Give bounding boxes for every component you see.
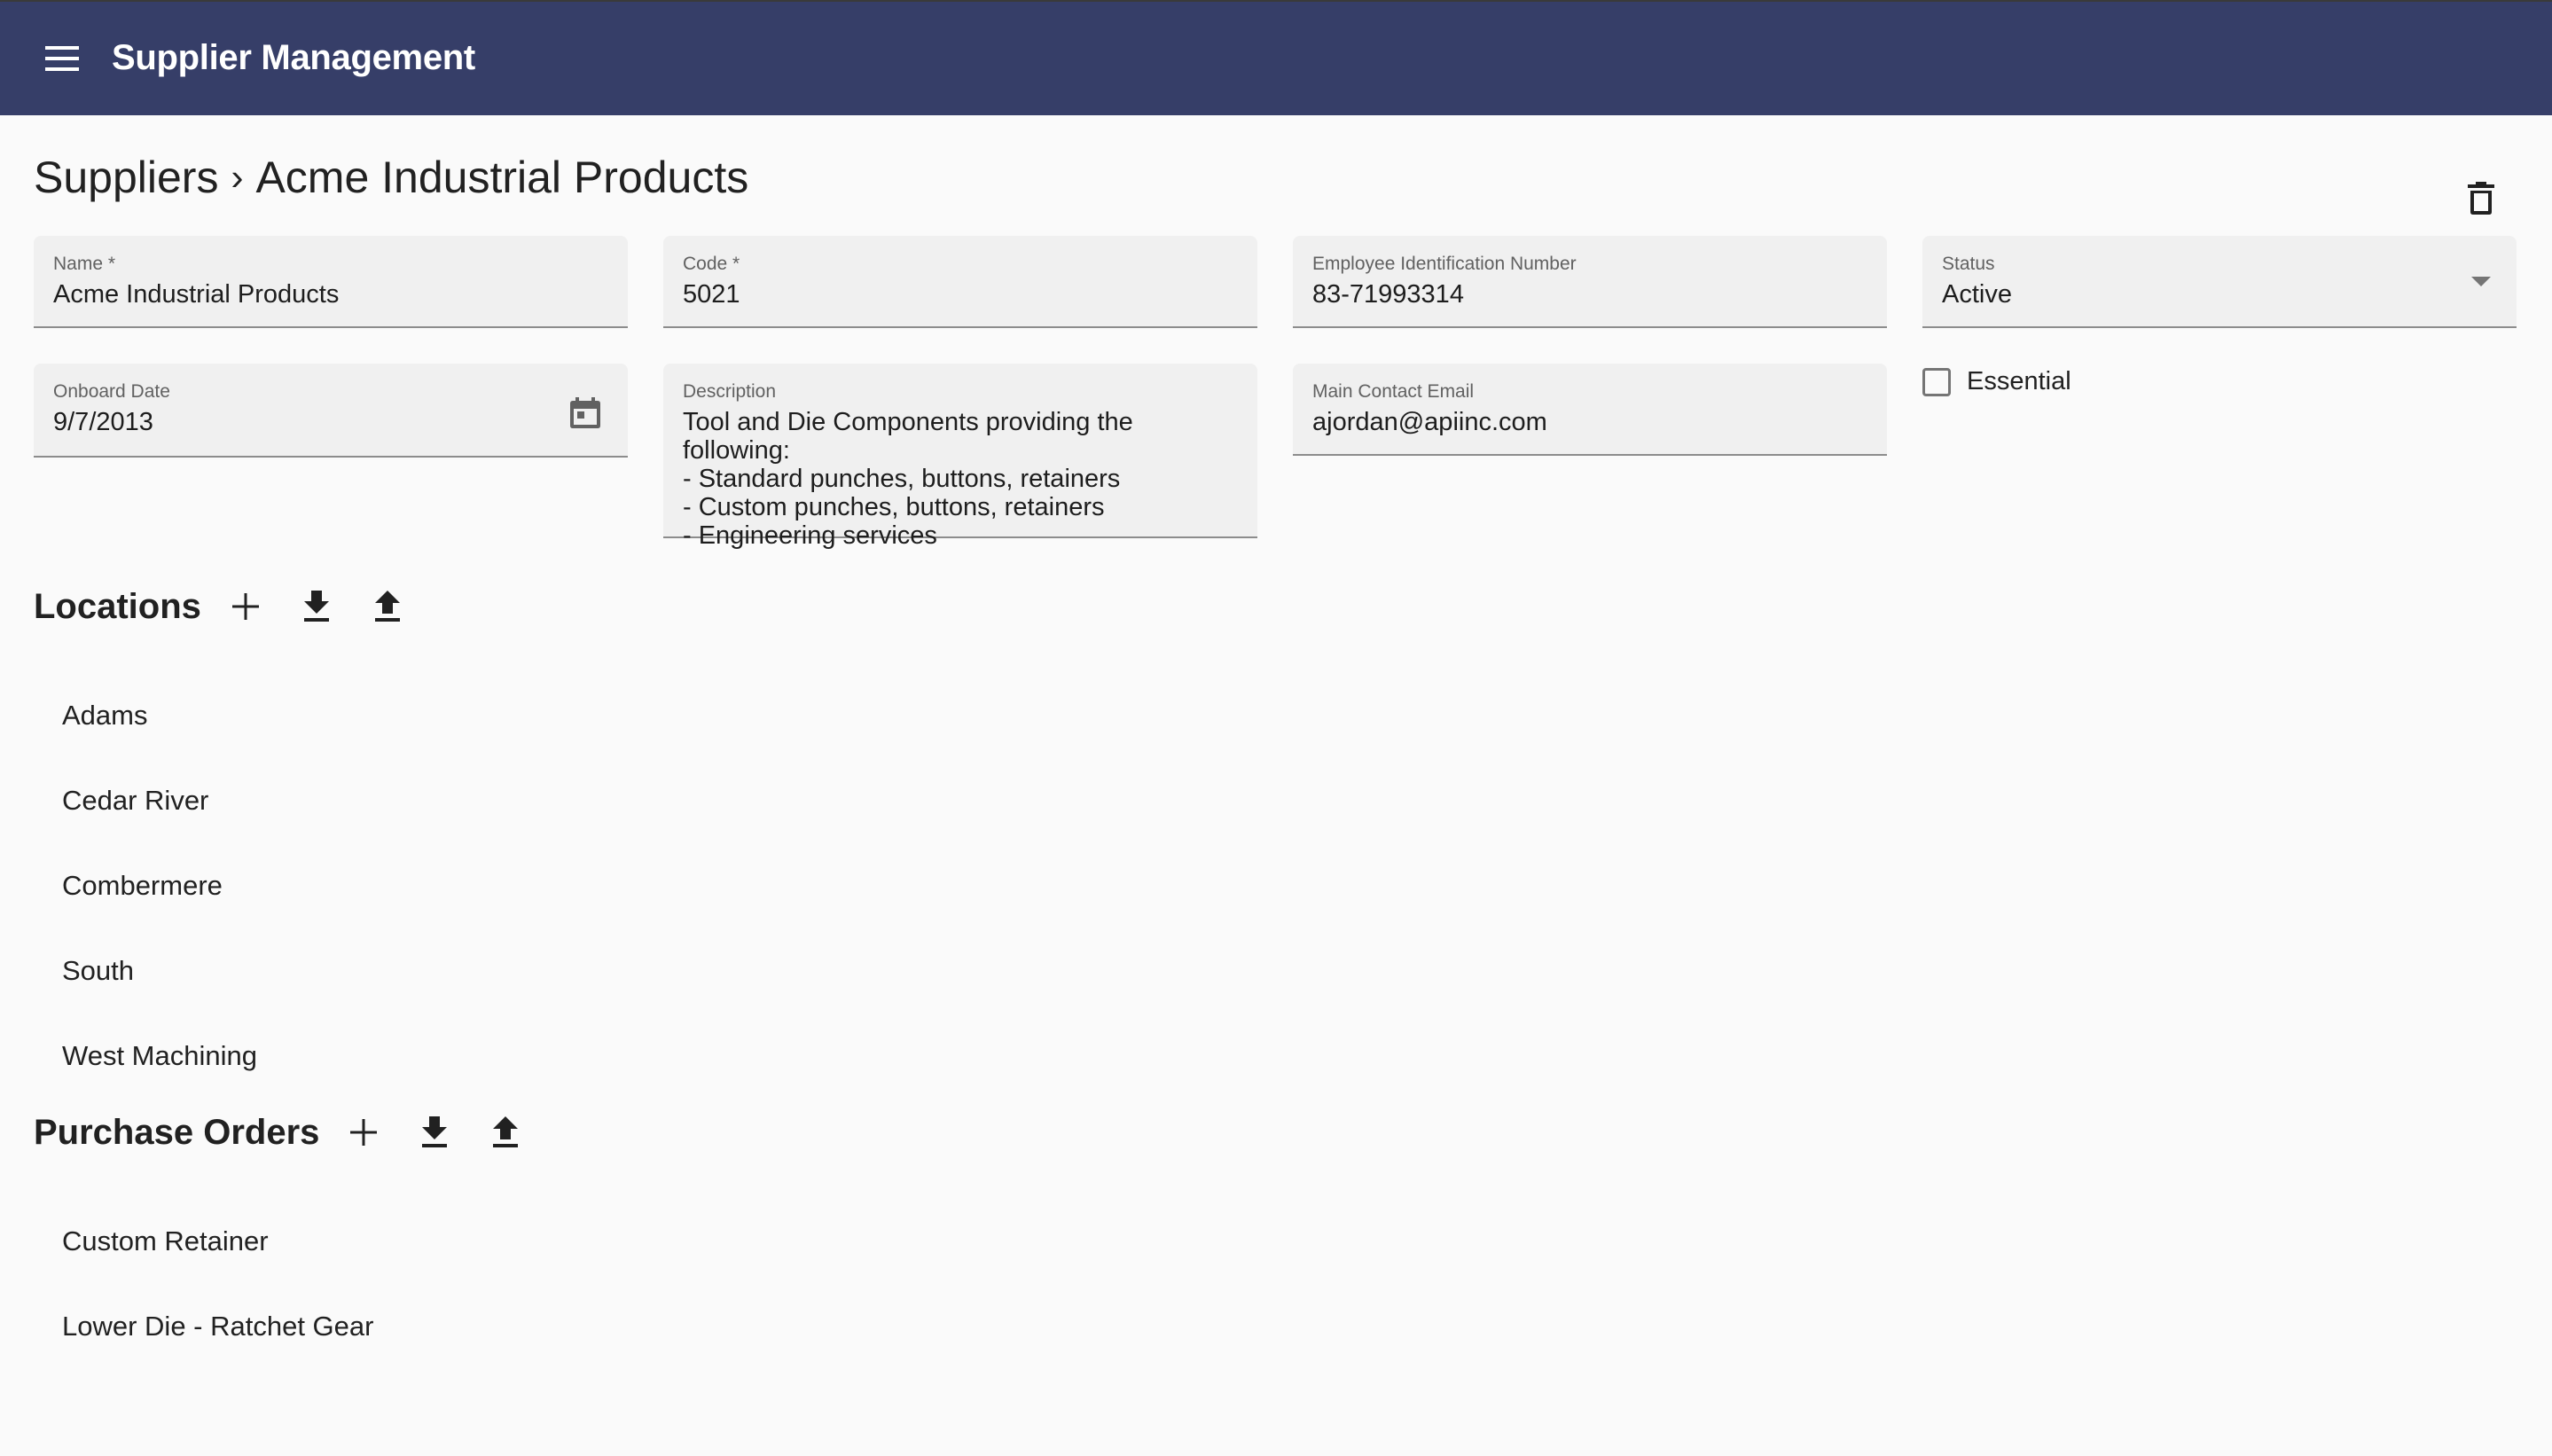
essential-checkbox-row[interactable]: Essential <box>1922 367 2071 396</box>
delete-supplier-button[interactable] <box>2456 174 2506 223</box>
status-label: Status <box>1942 254 1995 274</box>
code-label: Code * <box>683 254 740 274</box>
location-item[interactable]: West Machining <box>34 1014 832 1099</box>
locations-header: Locations <box>34 582 412 631</box>
onboard-date-field[interactable]: Onboard Date 9/7/2013 <box>34 364 628 458</box>
breadcrumb-suppliers-link[interactable]: Suppliers <box>34 149 218 206</box>
locations-title: Locations <box>34 587 201 626</box>
dropdown-arrow-icon <box>2471 277 2491 286</box>
purchase-order-item[interactable]: Custom Retainer <box>34 1199 832 1284</box>
onboard-date-input[interactable]: 9/7/2013 <box>53 408 575 436</box>
date-picker-toggle[interactable] <box>568 395 603 431</box>
download-icon <box>303 591 329 622</box>
code-input[interactable]: 5021 <box>683 280 1204 309</box>
onboard-date-label: Onboard Date <box>53 381 170 402</box>
breadcrumb: Suppliers › Acme Industrial Products <box>34 149 748 206</box>
calendar-icon <box>570 397 600 428</box>
upload-purchase-orders-button[interactable] <box>481 1108 530 1157</box>
menu-icon <box>45 46 79 71</box>
upload-icon <box>493 1116 519 1147</box>
code-field[interactable]: Code * 5021 <box>663 236 1257 328</box>
menu-button[interactable] <box>41 37 83 80</box>
name-label: Name * <box>53 254 116 274</box>
ein-field[interactable]: Employee Identification Number 83-719933… <box>1293 236 1887 328</box>
description-label: Description <box>683 381 777 402</box>
name-field[interactable]: Name * Acme Industrial Products <box>34 236 628 328</box>
location-item[interactable]: Combermere <box>34 843 832 928</box>
download-locations-button[interactable] <box>292 582 341 631</box>
purchase-orders-list: Custom Retainer Lower Die - Ratchet Gear <box>34 1199 832 1369</box>
name-input[interactable]: Acme Industrial Products <box>53 280 575 309</box>
location-item[interactable]: South <box>34 928 832 1014</box>
status-dropdown-toggle[interactable] <box>2470 271 2492 293</box>
add-purchase-order-button[interactable] <box>339 1108 388 1157</box>
breadcrumb-current: Acme Industrial Products <box>255 153 749 202</box>
location-item[interactable]: Adams <box>34 673 832 758</box>
email-field[interactable]: Main Contact Email ajordan@apiinc.com <box>1293 364 1887 456</box>
upload-icon <box>374 591 400 622</box>
purchase-orders-title: Purchase Orders <box>34 1113 320 1152</box>
email-label: Main Contact Email <box>1312 381 1475 402</box>
essential-label: Essential <box>1967 367 2071 395</box>
description-textarea[interactable]: Tool and Die Components providing the fo… <box>683 408 1240 550</box>
breadcrumb-separator: › <box>231 156 244 198</box>
upload-locations-button[interactable] <box>363 582 412 631</box>
description-field[interactable]: Description Tool and Die Components prov… <box>663 364 1257 550</box>
trash-icon <box>2468 182 2494 215</box>
location-item[interactable]: Cedar River <box>34 758 832 843</box>
download-purchase-orders-button[interactable] <box>410 1108 459 1157</box>
add-icon <box>231 593 259 620</box>
status-select[interactable]: Status Active <box>1922 236 2517 328</box>
app-title: Supplier Management <box>112 38 475 77</box>
add-location-button[interactable] <box>221 582 270 631</box>
add-icon <box>350 1119 378 1146</box>
purchase-order-item[interactable]: Lower Die - Ratchet Gear <box>34 1284 832 1369</box>
purchase-orders-header: Purchase Orders <box>34 1108 530 1157</box>
essential-checkbox[interactable] <box>1922 367 1951 396</box>
email-input[interactable]: ajordan@apiinc.com <box>1312 408 1834 436</box>
download-icon <box>422 1116 448 1147</box>
ein-label: Employee Identification Number <box>1312 254 1577 274</box>
ein-input[interactable]: 83-71993314 <box>1312 280 1834 309</box>
locations-list: Adams Cedar River Combermere South West … <box>34 673 832 1099</box>
status-value[interactable]: Active <box>1942 280 2463 309</box>
app-bar: Supplier Management <box>0 2 2552 115</box>
